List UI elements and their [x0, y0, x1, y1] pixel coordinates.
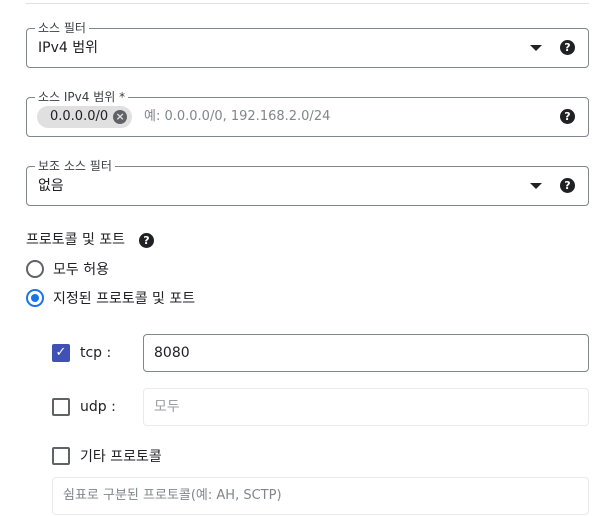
udp-ports-input[interactable]: 모두	[143, 388, 589, 426]
top-divider	[26, 3, 589, 4]
source-filter-select[interactable]: 소스 필터 IPv4 범위 ?	[26, 20, 589, 68]
dropdown-arrow-icon[interactable]	[530, 183, 542, 189]
radio-allow-all[interactable]: 모두 허용	[26, 259, 109, 279]
source-filter-label: 소스 필터	[35, 20, 89, 36]
help-icon[interactable]: ?	[560, 40, 575, 55]
tcp-checkbox-row[interactable]: ✓ tcp :	[52, 343, 111, 363]
udp-label: udp :	[80, 399, 116, 415]
ip-range-chip[interactable]: 0.0.0.0/0 ×	[37, 106, 133, 128]
secondary-source-filter-label: 보조 소스 필터	[35, 158, 115, 174]
secondary-source-filter-value: 없음	[38, 178, 64, 194]
radio-button[interactable]	[26, 260, 44, 278]
udp-checkbox-row[interactable]: udp :	[52, 397, 116, 417]
ip-range-chip-text: 0.0.0.0/0	[50, 109, 109, 124]
other-protocols-checkbox-row[interactable]: 기타 프로토콜	[52, 446, 162, 466]
radio-specified-protocols[interactable]: 지정된 프로토콜 및 포트	[26, 288, 195, 308]
tcp-ports-input[interactable]: 8080	[143, 334, 589, 372]
radio-button-selected[interactable]	[26, 289, 44, 307]
chip-remove-icon[interactable]: ×	[113, 110, 128, 124]
checkbox[interactable]	[52, 398, 70, 416]
secondary-source-filter-select[interactable]: 보조 소스 필터 없음 ?	[26, 158, 589, 206]
checkbox[interactable]	[52, 447, 70, 465]
source-ipv4-ranges-label: 소스 IPv4 범위 *	[35, 89, 129, 105]
radio-specified-protocols-label: 지정된 프로토콜 및 포트	[53, 291, 196, 307]
ip-range-placeholder: 예: 0.0.0.0/0, 192.168.2.0/24	[144, 109, 331, 124]
radio-allow-all-label: 모두 허용	[53, 262, 109, 278]
help-icon[interactable]: ?	[139, 233, 154, 248]
source-ipv4-ranges-field[interactable]: 소스 IPv4 범위 * 0.0.0.0/0 × 예: 0.0.0.0/0, 1…	[26, 89, 589, 137]
other-protocols-input[interactable]: 쉼표로 구분된 프로토콜(예: AH, SCTP)	[52, 477, 589, 515]
tcp-label: tcp :	[80, 345, 112, 361]
dropdown-arrow-icon[interactable]	[530, 45, 542, 51]
help-icon[interactable]: ?	[560, 109, 575, 124]
other-protocols-label: 기타 프로토콜	[80, 449, 162, 465]
source-filter-value: IPv4 범위	[38, 40, 98, 56]
check-icon[interactable]: ✓	[52, 344, 70, 362]
protocols-ports-title: 프로토콜 및 포트	[26, 232, 126, 248]
help-icon[interactable]: ?	[560, 178, 575, 193]
